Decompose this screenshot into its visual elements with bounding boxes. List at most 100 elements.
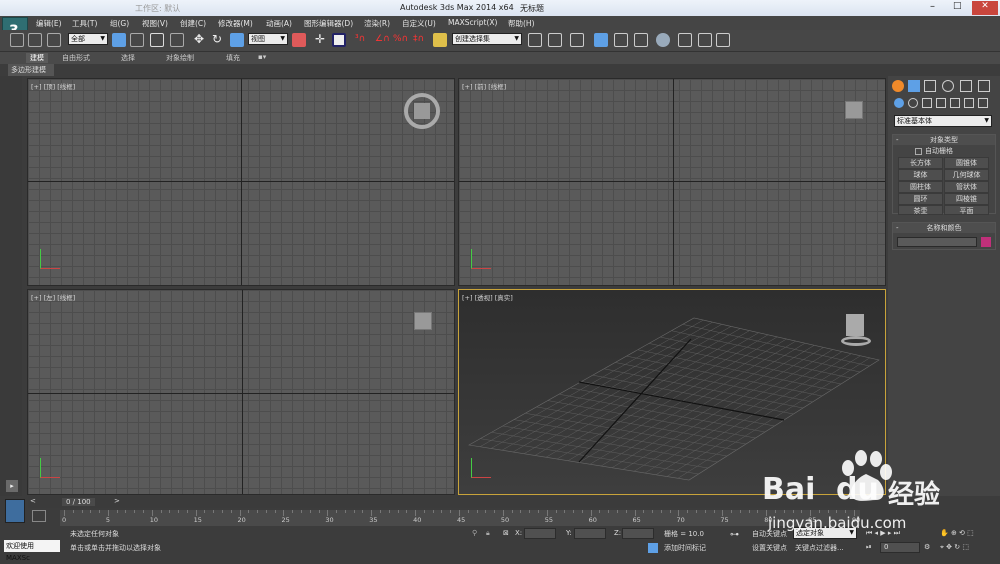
select-object-icon[interactable] <box>112 33 126 47</box>
move-icon[interactable]: ✥ <box>192 33 206 47</box>
scale-icon[interactable] <box>230 33 244 47</box>
snaps-toggle-icon[interactable]: ³∩ <box>355 33 369 47</box>
systems-icon[interactable] <box>978 98 988 108</box>
select-manipulate-icon[interactable]: ✛ <box>313 33 327 47</box>
menu-animation[interactable]: 动画(A) <box>266 18 292 29</box>
ribbon-subtab-polygon-modeling[interactable]: 多边形建模 <box>8 64 54 76</box>
hierarchy-panel-icon[interactable] <box>924 80 936 92</box>
tab-modeling[interactable]: 建模 <box>26 53 48 63</box>
viewport-left-label[interactable]: [+] [左] [线框] <box>31 292 75 302</box>
curve-editor-icon[interactable] <box>614 33 628 47</box>
lights-icon[interactable] <box>922 98 932 108</box>
viewcube-icon[interactable] <box>837 312 873 346</box>
schematic-view-icon[interactable] <box>634 33 648 47</box>
shapes-icon[interactable] <box>908 98 918 108</box>
quick-access-workspace[interactable]: 工作区: 默认 <box>135 3 180 14</box>
track-bar[interactable]: 0 5 10 15 20 25 30 35 40 45 50 55 60 65 70 75 80 85 90 <box>60 510 860 526</box>
menu-graph-editors[interactable]: 图形编辑器(D) <box>304 18 353 29</box>
teapot-button[interactable]: 茶壶 <box>898 205 943 215</box>
rotate-icon[interactable]: ↻ <box>210 33 224 47</box>
edit-named-selection-icon[interactable] <box>433 33 447 47</box>
ribbon-options-icon[interactable]: ▪▾ <box>258 53 266 61</box>
menu-modifiers[interactable]: 修改器(M) <box>218 18 253 29</box>
menu-tools[interactable]: 工具(T) <box>72 18 97 29</box>
object-category-dropdown[interactable]: 标准基本体 <box>894 115 992 127</box>
frame-counter[interactable]: 0 / 100 <box>62 498 95 506</box>
torus-button[interactable]: 圆环 <box>898 193 943 205</box>
tab-freeform[interactable]: 自由形式 <box>62 53 90 63</box>
geosphere-button[interactable]: 几何球体 <box>944 169 989 181</box>
time-config-icon[interactable]: ⚙ <box>924 543 930 551</box>
lock-selection-icon[interactable]: 🔒︎ <box>486 529 490 538</box>
layer-manager-icon[interactable] <box>570 33 584 47</box>
maxscript-listener[interactable]: 欢迎使用 MAXSc <box>4 540 60 562</box>
cameras-icon[interactable] <box>936 98 946 108</box>
align-icon[interactable] <box>548 33 562 47</box>
menu-edit[interactable]: 编辑(E) <box>36 18 62 29</box>
key-filters-button[interactable]: 关键点过滤器... <box>795 543 844 553</box>
menu-create[interactable]: 创建(C) <box>180 18 206 29</box>
menu-customize[interactable]: 自定义(U) <box>402 18 436 29</box>
unlink-icon[interactable] <box>28 33 42 47</box>
viewport-left[interactable]: [+] [左] [线框] <box>27 289 455 495</box>
key-mode-icon[interactable]: ⏯ <box>866 543 872 552</box>
window-crossing-icon[interactable] <box>170 33 184 47</box>
tab-selection[interactable]: 选择 <box>121 53 135 63</box>
helpers-icon[interactable] <box>950 98 960 108</box>
percent-snap-icon[interactable]: %∩ <box>393 33 408 47</box>
viewport-top-label[interactable]: [+] [顶] [线框] <box>31 81 75 91</box>
rendered-frame-icon[interactable] <box>698 33 712 47</box>
time-slider[interactable]: < 0 / 100 > <box>28 496 858 508</box>
autogrid-checkbox[interactable]: 自动栅格 <box>915 146 953 156</box>
sphere-button[interactable]: 球体 <box>898 169 943 181</box>
viewcube-icon[interactable] <box>414 312 432 330</box>
menu-maxscript[interactable]: MAXScript(X) <box>448 18 497 27</box>
menu-views[interactable]: 视图(V) <box>142 18 168 29</box>
angle-snap-icon[interactable]: ∠∩ <box>375 33 390 47</box>
viewcube-icon[interactable] <box>845 101 863 119</box>
graphite-toggle-icon[interactable] <box>594 33 608 47</box>
y-coord-field[interactable] <box>574 528 606 539</box>
nav-controls-row2[interactable]: ⌖ ✥ ↻ ⬚ <box>940 543 969 552</box>
cylinder-button[interactable]: 圆柱体 <box>898 181 943 193</box>
plane-button[interactable]: 平面 <box>944 205 989 215</box>
named-selection-dropdown[interactable]: 创建选择集 <box>452 33 522 45</box>
pyramid-button[interactable]: 四棱锥 <box>944 193 989 205</box>
spinner-snap-icon[interactable]: ‡∩ <box>413 33 427 47</box>
menu-help[interactable]: 帮助(H) <box>508 18 535 29</box>
select-by-name-icon[interactable] <box>130 33 144 47</box>
current-frame-field[interactable]: 0 <box>880 542 920 553</box>
viewport-front-label[interactable]: [+] [前] [线框] <box>462 81 506 91</box>
tube-button[interactable]: 管状体 <box>944 181 989 193</box>
link-icon[interactable] <box>10 33 24 47</box>
tab-object-paint[interactable]: 对象绘制 <box>166 53 194 63</box>
maximize-button[interactable]: □ <box>953 1 962 11</box>
time-next-icon[interactable]: > <box>114 497 120 505</box>
expand-layout-icon[interactable]: ▸ <box>6 480 18 492</box>
absolute-mode-icon[interactable]: ⊠ <box>503 529 509 537</box>
object-type-rollout-title[interactable]: - 对象类型 <box>893 135 995 145</box>
mirror-icon[interactable] <box>528 33 542 47</box>
modify-panel-icon[interactable] <box>908 80 920 92</box>
menu-rendering[interactable]: 渲染(R) <box>364 18 390 29</box>
set-key-button[interactable]: 设置关键点 <box>752 543 787 553</box>
x-coord-field[interactable] <box>524 528 556 539</box>
name-color-rollout-title[interactable]: - 名称和颜色 <box>893 223 995 233</box>
z-coord-field[interactable] <box>622 528 654 539</box>
utilities-panel-icon[interactable] <box>978 80 990 92</box>
ref-coord-dropdown[interactable]: 视图 <box>248 33 288 45</box>
close-button[interactable]: ✕ <box>972 1 998 15</box>
object-color-swatch[interactable] <box>981 237 991 247</box>
minimize-button[interactable]: – <box>930 1 935 12</box>
motion-panel-icon[interactable] <box>942 80 954 92</box>
viewcube-icon[interactable] <box>404 93 440 129</box>
geometry-icon[interactable] <box>894 98 904 108</box>
rect-selection-icon[interactable] <box>150 33 164 47</box>
create-panel-icon[interactable] <box>892 80 904 92</box>
viewport-top[interactable]: [+] [顶] [线框] <box>27 78 455 286</box>
trackbar-toggle-icon[interactable] <box>32 510 46 522</box>
time-tag-icon[interactable] <box>648 543 658 553</box>
render-setup-icon[interactable] <box>678 33 692 47</box>
display-panel-icon[interactable] <box>960 80 972 92</box>
material-editor-icon[interactable] <box>656 33 670 47</box>
